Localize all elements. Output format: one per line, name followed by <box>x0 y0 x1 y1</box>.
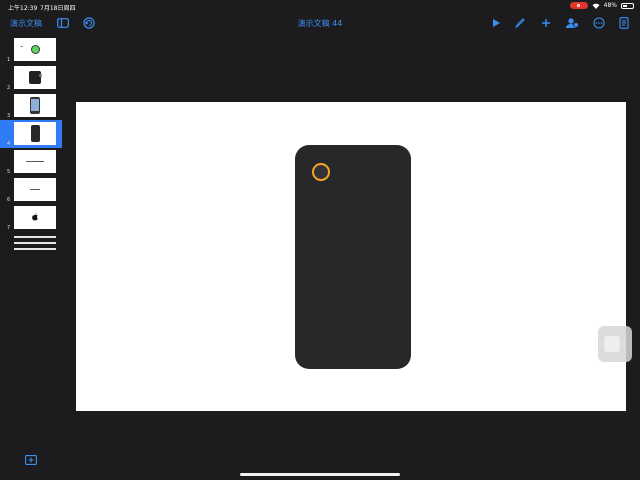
screen-recording-icon[interactable] <box>569 2 588 9</box>
skipped-slide[interactable] <box>14 236 56 238</box>
add-slide-icon[interactable] <box>25 455 37 465</box>
skipped-slide[interactable] <box>14 248 56 250</box>
thumbnail-image <box>14 206 56 229</box>
status-date: 7月18日周四 <box>40 5 76 12</box>
thumbnail-image <box>14 66 56 89</box>
documents-button[interactable]: 演示文稿 <box>10 18 42 29</box>
battery-percentage: 48% <box>603 2 617 9</box>
slide-number: 4 <box>7 141 11 147</box>
skipped-slides[interactable] <box>14 236 56 254</box>
battery-icon <box>621 2 634 9</box>
collaborate-icon[interactable] <box>565 16 579 30</box>
document-title[interactable]: 演示文稿 44 <box>298 19 343 28</box>
slide-number: 7 <box>7 225 11 231</box>
slide-number: 1 <box>7 57 11 63</box>
slide-thumbnail-5[interactable]: 5 <box>0 148 62 176</box>
sidebar-icon[interactable] <box>56 16 70 30</box>
assistive-touch-inner <box>604 336 620 352</box>
play-icon[interactable] <box>489 16 503 30</box>
slide-number: 6 <box>7 197 11 203</box>
slide-thumbnail-6[interactable]: 6 <box>0 176 62 204</box>
home-indicator[interactable] <box>240 473 400 476</box>
assistive-touch-button[interactable] <box>598 326 632 362</box>
slide-canvas[interactable] <box>62 36 640 480</box>
toolbar: 演示文稿 演示文稿 44 <box>0 12 640 36</box>
phone-back-shape[interactable] <box>295 145 411 369</box>
slide-number: 3 <box>7 113 11 119</box>
slide-thumbnail-4[interactable]: 4 <box>0 120 62 148</box>
battery-fill <box>623 4 627 7</box>
undo-icon[interactable] <box>82 16 96 30</box>
plus-icon[interactable] <box>539 16 553 30</box>
slide-thumbnail-7[interactable]: 7 <box>0 204 62 232</box>
thumbnail-image <box>14 122 56 145</box>
document-icon[interactable] <box>617 16 631 30</box>
thumbnail-image <box>14 150 56 173</box>
slide-thumbnail-2[interactable]: 2 <box>0 64 62 92</box>
thumbnail-image <box>14 38 56 61</box>
thumbnail-image <box>14 94 56 117</box>
wifi-icon <box>592 3 600 9</box>
thumbnail-image <box>14 178 56 201</box>
apple-logo-icon <box>32 213 38 221</box>
more-icon[interactable] <box>592 16 606 30</box>
slide-navigator: 1 2 3 4 5 6 7 <box>0 36 62 480</box>
brush-icon[interactable] <box>513 16 527 30</box>
slide-number: 5 <box>7 169 11 175</box>
status-time: 上午12:39 <box>8 5 38 12</box>
slide-thumbnail-1[interactable]: 1 <box>0 36 62 64</box>
slide-thumbnail-3[interactable]: 3 <box>0 92 62 120</box>
status-bar: 上午12:39 7月18日周四 48% <box>0 0 640 12</box>
camera-lens-shape[interactable] <box>312 163 330 181</box>
current-slide[interactable] <box>76 102 626 411</box>
slide-number: 2 <box>7 85 11 91</box>
skipped-slide[interactable] <box>14 242 56 244</box>
